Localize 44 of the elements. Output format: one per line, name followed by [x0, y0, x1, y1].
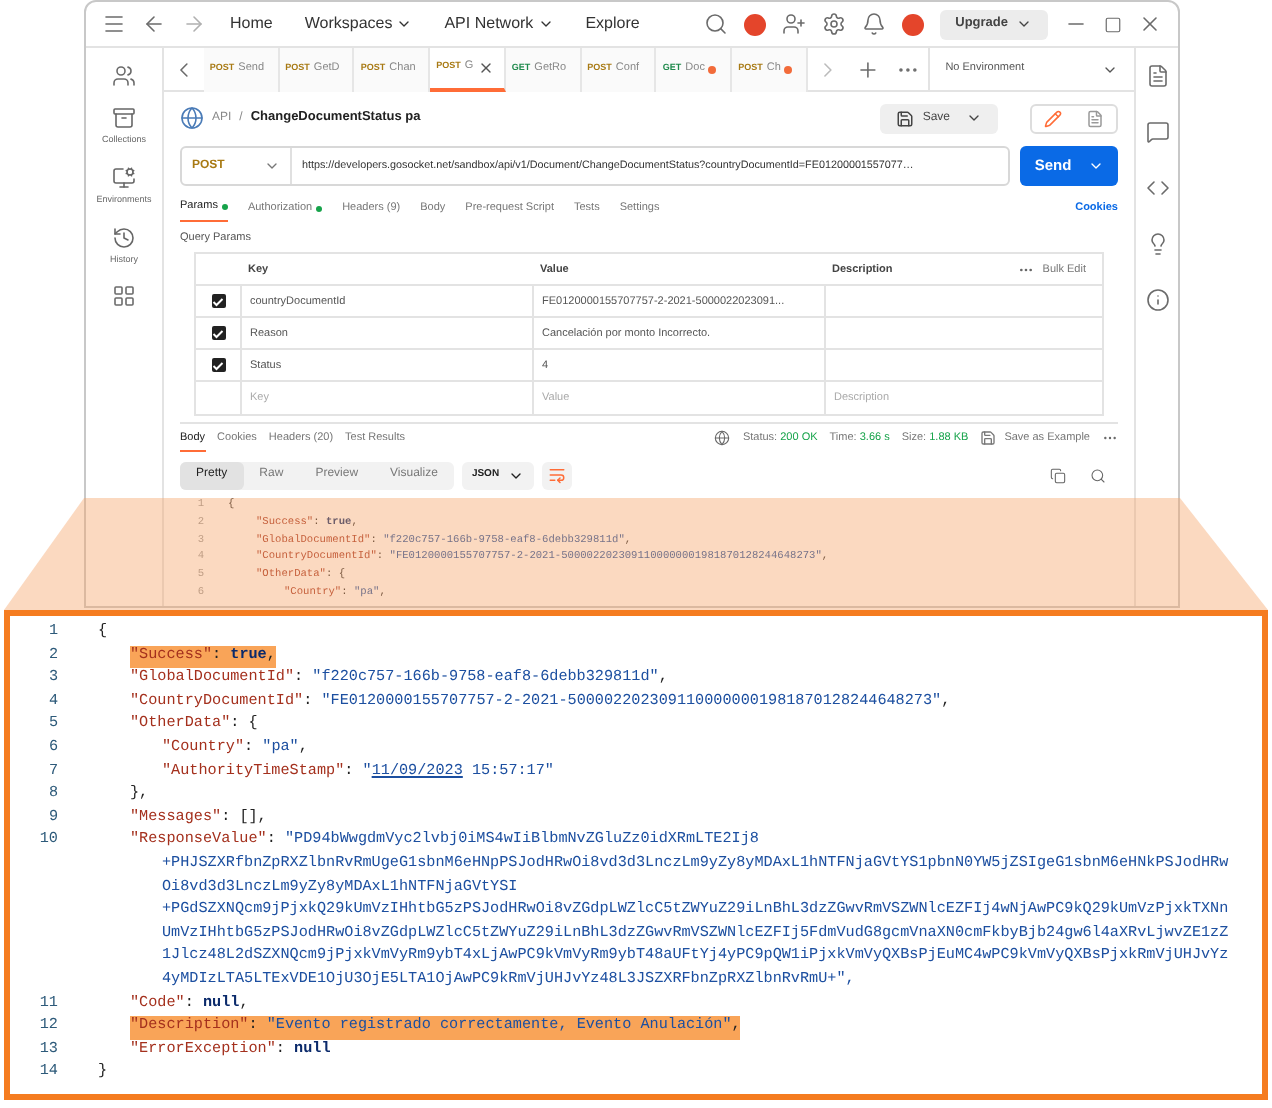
checkbox[interactable] — [211, 326, 225, 341]
wrap-text-icon — [547, 466, 566, 485]
copy-icon[interactable] — [1050, 467, 1066, 484]
maximize-icon[interactable] — [1104, 15, 1122, 33]
nav-menu-item[interactable]: Explore — [577, 12, 648, 36]
checkbox[interactable] — [211, 294, 225, 309]
chevron-down-icon — [264, 158, 280, 174]
http-request-icon — [180, 106, 204, 130]
back-icon[interactable] — [142, 12, 166, 36]
comment-icon[interactable] — [1145, 120, 1169, 144]
search-icon[interactable] — [703, 12, 728, 36]
pencil-icon[interactable] — [1044, 109, 1062, 127]
save-icon — [980, 430, 997, 447]
bell-icon[interactable] — [861, 12, 886, 36]
settings-icon[interactable] — [821, 12, 846, 36]
chevron-down-icon — [1087, 158, 1104, 174]
archive-icon — [111, 106, 136, 130]
menu-icon[interactable] — [102, 12, 126, 36]
nav-menu-item[interactable]: Workspaces — [296, 12, 421, 36]
wrap-button[interactable] — [541, 461, 572, 490]
code-icon[interactable] — [1145, 176, 1169, 200]
lightbulb-icon[interactable] — [1145, 232, 1169, 256]
view-toggle[interactable] — [1030, 103, 1118, 133]
close-icon[interactable] — [1138, 12, 1162, 36]
globe-icon — [714, 430, 731, 447]
save-icon — [896, 109, 915, 127]
chevron-down-icon — [1016, 16, 1032, 32]
add-user-icon[interactable] — [781, 12, 806, 36]
grid-plus-icon[interactable] — [112, 284, 136, 309]
team-icon[interactable] — [112, 64, 136, 88]
avatar-icon[interactable] — [901, 13, 924, 35]
search-icon[interactable] — [1090, 467, 1106, 484]
add-tab-icon[interactable] — [855, 57, 880, 81]
close-icon[interactable] — [477, 59, 494, 75]
document-icon[interactable] — [1086, 109, 1104, 127]
avatar-icon[interactable] — [743, 13, 766, 35]
document-icon[interactable] — [1145, 64, 1169, 88]
info-icon[interactable] — [1145, 288, 1169, 312]
monitor-icon — [111, 165, 136, 190]
checkbox[interactable] — [211, 358, 225, 373]
chevron-down-icon — [966, 110, 982, 126]
nav-menu-item[interactable]: Home — [222, 12, 281, 36]
history-icon — [111, 225, 136, 249]
nav-menu-item[interactable]: API Network — [436, 12, 562, 36]
